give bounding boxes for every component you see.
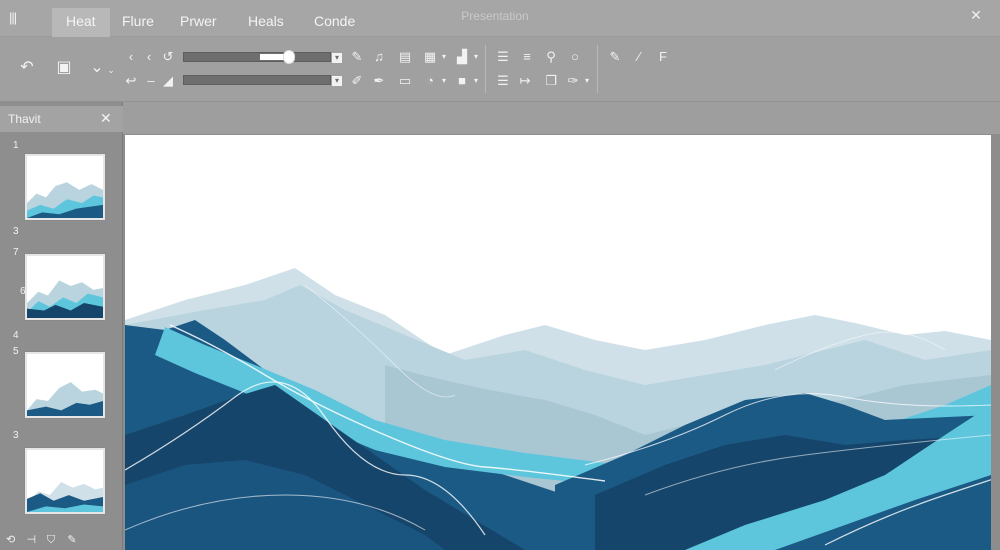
chevron-down-icon[interactable]: ▾ — [332, 76, 342, 86]
mountain-thumbnail — [27, 382, 103, 416]
chevron-down-icon[interactable]: ▾ — [437, 50, 451, 64]
square-icon[interactable]: ■ — [455, 74, 469, 88]
tab-conde[interactable]: Conde — [300, 8, 369, 37]
close-icon[interactable]: ✕ — [968, 7, 984, 23]
chevron-left-icon[interactable]: ‹ — [124, 50, 138, 64]
document-title: Presentation — [461, 9, 529, 23]
minus-icon[interactable]: – — [144, 74, 158, 88]
chevron-down-icon[interactable]: ⌄ — [104, 63, 118, 77]
table-icon[interactable]: ▦ — [423, 50, 437, 64]
pen-icon[interactable]: ✎ — [350, 50, 364, 64]
pen-icon[interactable]: ✒ — [372, 74, 386, 88]
slide-canvas[interactable] — [125, 135, 991, 550]
grid-menu-icon[interactable]: ||| — [9, 10, 27, 26]
split-icon[interactable]: ⊣ — [26, 533, 39, 546]
chevron-down-icon[interactable]: ▾ — [332, 53, 342, 63]
close-icon[interactable]: ✕ — [100, 110, 112, 127]
ribbon-separator — [597, 45, 598, 93]
brush-icon[interactable]: ⁄ — [632, 50, 646, 64]
save-icon[interactable]: ▣ — [55, 59, 73, 77]
slide-number: 6 — [20, 286, 26, 297]
pen-icon[interactable]: ✎ — [67, 533, 80, 546]
align-icon[interactable]: ☰ — [496, 74, 510, 88]
ribbon-toolbar: ↶ ▣ ⌄ ⌄ ‹ ‹ ↺ ▾ ✎ ♫ ▤ ▦ ▾ ▟ ▾ ☰ ≡ ⚲ ○ ✎ … — [0, 37, 1000, 102]
mountain-thumbnail — [27, 280, 103, 318]
pencil-icon[interactable]: ✎ — [608, 50, 622, 64]
slide-number: 5 — [13, 346, 19, 357]
slider-handle[interactable] — [283, 50, 295, 64]
panel-title: Thavit — [8, 112, 41, 126]
music-icon[interactable]: ♫ — [372, 50, 386, 64]
ribbon-separator — [485, 45, 486, 93]
fill-color-bar[interactable] — [183, 75, 331, 85]
list-icon[interactable]: ≡ — [520, 50, 534, 64]
arrow-icon[interactable]: ↦ — [518, 74, 532, 88]
brush-icon[interactable]: ✑ — [566, 74, 580, 88]
slide-thumbnail-4[interactable] — [24, 447, 106, 515]
mountain-illustration — [125, 268, 991, 550]
layout-icon[interactable]: ▤ — [398, 50, 412, 64]
tab-label: Prwer — [180, 13, 217, 29]
loop-icon[interactable]: ⟲ — [6, 533, 19, 546]
chevron-down-icon[interactable]: ▾ — [580, 74, 594, 88]
panel-toolbar: ⟲ ⊣ ⛉ ✎ — [6, 530, 83, 547]
mountain-thumbnail — [27, 182, 103, 218]
chart-icon[interactable]: ▟ — [455, 50, 469, 64]
chevron-down-icon[interactable]: ▾ — [437, 74, 451, 88]
slide-number: 7 — [13, 247, 19, 258]
tab-heals[interactable]: Heals — [234, 8, 298, 37]
slide-number: 4 — [13, 330, 19, 341]
title-bar: ||| Heat Flure Prwer Heals Conde Present… — [0, 0, 1000, 37]
slide-thumbnail-1[interactable] — [24, 153, 106, 221]
slide-number: 3 — [13, 430, 19, 441]
chevron-down-icon[interactable]: ▾ — [469, 50, 483, 64]
tab-label: Heat — [66, 13, 96, 29]
copy-icon[interactable]: ❐ — [544, 74, 558, 88]
zoom-slider[interactable] — [183, 50, 331, 64]
tab-label: Flure — [122, 13, 154, 29]
undo-icon[interactable]: ↶ — [18, 59, 36, 77]
mountain-thumbnail — [27, 481, 103, 512]
workspace-ruler — [123, 102, 1000, 134]
tab-flure[interactable]: Flure — [108, 8, 168, 37]
chevron-left-icon[interactable]: ‹ — [142, 50, 156, 64]
search-icon[interactable]: ⚲ — [544, 50, 558, 64]
tab-prwer[interactable]: Prwer — [166, 8, 231, 37]
slide-number: 3 — [13, 226, 19, 237]
refresh-icon[interactable]: ↺ — [161, 50, 175, 64]
chevron-down-icon[interactable]: ▾ — [469, 74, 483, 88]
link-icon[interactable]: ↩ — [124, 74, 138, 88]
folder-icon[interactable]: ▭ — [398, 74, 412, 88]
slide-workspace — [123, 102, 1000, 550]
panel-header: Thavit ✕ — [0, 106, 123, 132]
align-icon[interactable]: ☰ — [496, 50, 510, 64]
slide-thumbnail-3[interactable] — [24, 351, 106, 419]
erase-icon[interactable]: ◢ — [161, 74, 175, 88]
slide-thumbnail-2[interactable] — [24, 253, 106, 321]
tab-label: Heals — [248, 13, 284, 29]
shield-icon[interactable]: ⛉ — [47, 534, 60, 547]
text-icon[interactable]: F — [656, 50, 670, 64]
clock-icon[interactable]: ◔ — [423, 74, 437, 88]
slide-thumbnail-panel: Thavit ✕ 1 3 7 6 4 5 3 ⟲ ⊣ ⛉ ✎ — [0, 102, 123, 550]
tab-label: Conde — [314, 13, 356, 29]
pen-icon[interactable]: ✐ — [350, 74, 364, 88]
tab-heat[interactable]: Heat — [52, 8, 110, 37]
circle-icon[interactable]: ○ — [568, 50, 582, 64]
slide-number: 1 — [13, 140, 19, 151]
